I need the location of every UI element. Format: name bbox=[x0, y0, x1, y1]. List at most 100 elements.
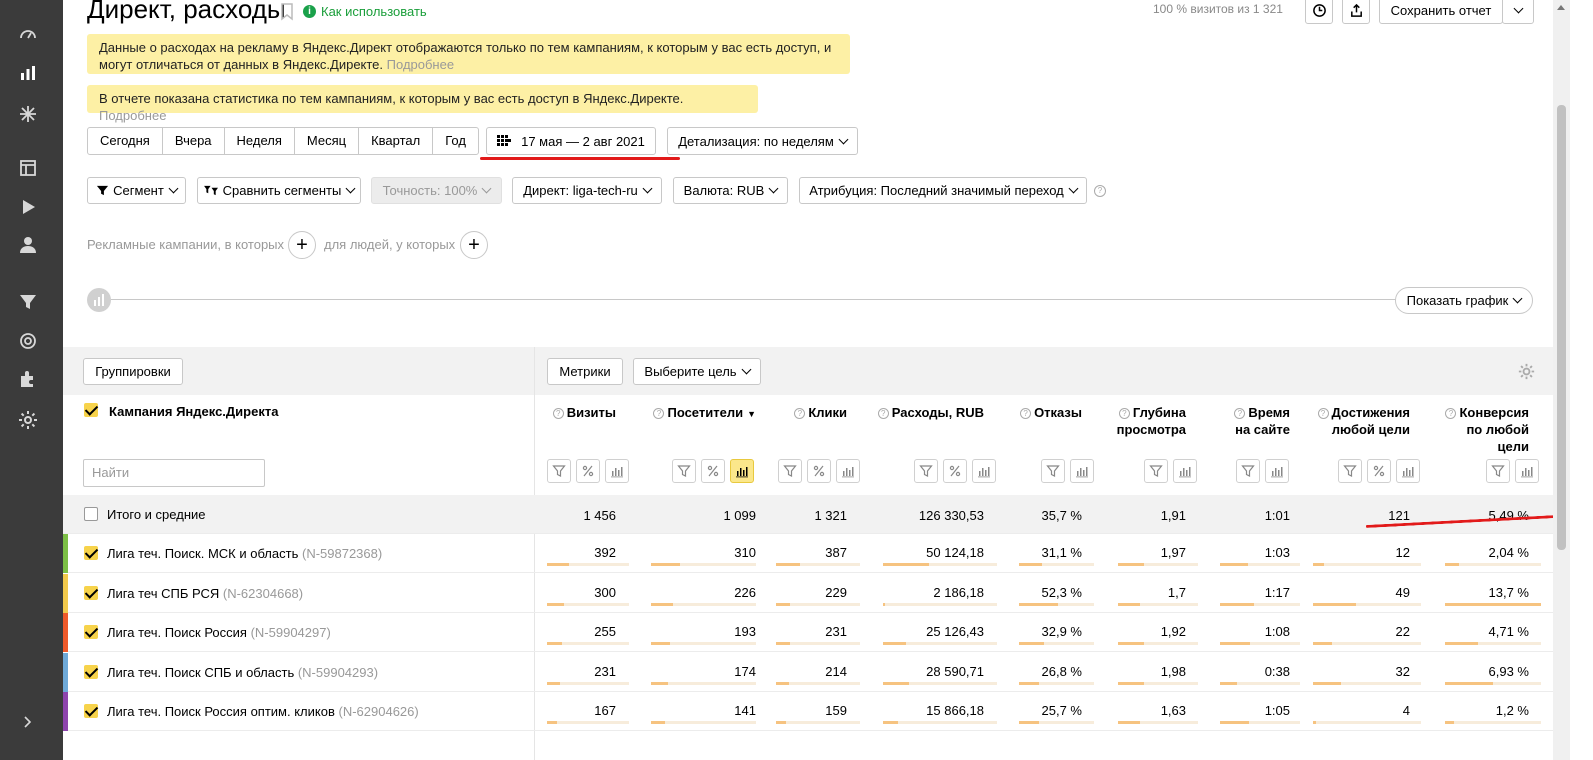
save-report-dropdown[interactable] bbox=[1502, 0, 1534, 24]
col-cost-header[interactable]: ? Расходы, RUB bbox=[877, 404, 984, 421]
goals-percent-button[interactable] bbox=[1367, 459, 1391, 483]
conv-chart-button[interactable] bbox=[1515, 459, 1539, 483]
col-bounce-header[interactable]: ? Отказы bbox=[1020, 404, 1082, 421]
row-checkbox[interactable] bbox=[84, 546, 98, 560]
user-icon[interactable] bbox=[18, 235, 38, 255]
show-chart-label: Показать график bbox=[1406, 293, 1509, 308]
col-goals-header[interactable]: ? Достижения любой цели bbox=[1317, 404, 1410, 438]
visitors-filter-button[interactable] bbox=[672, 459, 696, 483]
time-chart-button[interactable] bbox=[1265, 459, 1289, 483]
date-range-button[interactable]: 17 мая — 2 авг 2021 bbox=[486, 127, 656, 155]
export-button[interactable] bbox=[1342, 0, 1370, 24]
currency-dropdown[interactable]: Валюта: RUB bbox=[673, 177, 788, 204]
settings-gear-icon[interactable] bbox=[18, 410, 38, 430]
visitors-chart-button[interactable] bbox=[730, 459, 754, 483]
clicks-percent-button[interactable] bbox=[807, 459, 831, 483]
notice-more-link[interactable]: Подробнее bbox=[99, 108, 166, 123]
reports-icon[interactable] bbox=[18, 63, 38, 83]
table-row[interactable]: Лига теч. Поиск. МСК и область (N-598723… bbox=[63, 534, 1553, 573]
campaign-name[interactable]: Лига теч. Поиск СПБ и область (N-5990429… bbox=[107, 665, 378, 680]
notice-more-link[interactable]: Подробнее bbox=[387, 57, 454, 72]
campaign-name[interactable]: Лига теч. Поиск. МСК и область (N-598723… bbox=[107, 546, 382, 561]
period-today[interactable]: Сегодня bbox=[88, 128, 163, 154]
clicks-filter-button[interactable] bbox=[778, 459, 802, 483]
col-depth-header[interactable]: ? Глубина просмотра bbox=[1117, 404, 1186, 438]
dashboard-icon[interactable] bbox=[18, 24, 38, 44]
period-yesterday[interactable]: Вчера bbox=[163, 128, 225, 154]
bounce-filter-button[interactable] bbox=[1041, 459, 1065, 483]
period-week[interactable]: Неделя bbox=[225, 128, 295, 154]
period-quarter[interactable]: Квартал bbox=[359, 128, 434, 154]
groupings-button[interactable]: Группировки bbox=[83, 358, 183, 385]
cell-conv-bar bbox=[1445, 642, 1541, 645]
how-to-use-link[interactable]: i Как использовать bbox=[303, 4, 427, 19]
totals-row[interactable]: Итого и средние 1 456 1 099 1 321 126 330,53… bbox=[63, 495, 1553, 534]
row-checkbox[interactable] bbox=[84, 507, 98, 521]
visits-chart-button[interactable] bbox=[605, 459, 629, 483]
col-time-header[interactable]: ? Время на сайте bbox=[1234, 404, 1290, 438]
period-month[interactable]: Месяц bbox=[295, 128, 360, 154]
visits-filter-button[interactable] bbox=[547, 459, 571, 483]
cost-percent-button[interactable] bbox=[943, 459, 967, 483]
save-report-button[interactable]: Сохранить отчет bbox=[1379, 0, 1503, 24]
expand-chevron-icon[interactable] bbox=[18, 712, 38, 732]
goal-select-dropdown[interactable]: Выберите цель bbox=[633, 358, 761, 385]
compare-segments-button[interactable]: Сравнить сегменты bbox=[197, 177, 361, 204]
direct-account-dropdown[interactable]: Директ: liga-tech-ru bbox=[512, 177, 662, 204]
chart-icon bbox=[842, 467, 854, 478]
funnel-icon[interactable] bbox=[18, 292, 38, 312]
conv-filter-button[interactable] bbox=[1486, 459, 1510, 483]
puzzle-icon[interactable] bbox=[18, 369, 38, 389]
col-visitors-header[interactable]: ? Посетители ▼ bbox=[653, 404, 756, 423]
vertical-scrollbar[interactable] bbox=[1553, 0, 1570, 760]
chart-bars-icon[interactable] bbox=[87, 288, 111, 312]
cost-filter-button[interactable] bbox=[914, 459, 938, 483]
goals-filter-button[interactable] bbox=[1338, 459, 1362, 483]
col-clicks-header[interactable]: ? Клики bbox=[794, 404, 847, 421]
table-row[interactable]: Лига теч СПБ РСЯ (N-62304668) 300 226 229 2 … bbox=[63, 573, 1553, 613]
depth-chart-button[interactable] bbox=[1173, 459, 1197, 483]
cell-clicks-bar bbox=[776, 681, 860, 685]
col-visits-header[interactable]: ? Визиты bbox=[552, 404, 616, 421]
row-checkbox[interactable] bbox=[84, 625, 98, 639]
table-row[interactable]: Лига теч. Поиск Россия (N-59904297) 255 19… bbox=[63, 613, 1553, 652]
row-checkbox[interactable] bbox=[84, 704, 98, 718]
bookmark-icon[interactable] bbox=[280, 3, 294, 21]
show-chart-button[interactable]: Показать график bbox=[1395, 287, 1533, 314]
cell-visitors-bar bbox=[651, 563, 756, 566]
help-icon[interactable]: ? bbox=[1094, 185, 1106, 197]
table-settings-gear-icon[interactable] bbox=[1518, 363, 1535, 380]
table-row[interactable]: Лига теч. Поиск Россия оптим. кликов (N-… bbox=[63, 692, 1553, 731]
segment-button[interactable]: Сегмент bbox=[87, 177, 186, 204]
campaign-name[interactable]: Лига теч СПБ РСЯ (N-62304668) bbox=[107, 586, 303, 601]
history-button[interactable] bbox=[1305, 0, 1333, 24]
visitors-percent-button[interactable] bbox=[701, 459, 725, 483]
time-filter-button[interactable] bbox=[1236, 459, 1260, 483]
select-all-checkbox[interactable] bbox=[84, 403, 98, 417]
period-year[interactable]: Год bbox=[433, 128, 478, 154]
search-input[interactable]: Найти bbox=[83, 459, 265, 487]
target-icon[interactable] bbox=[18, 331, 38, 351]
row-checkbox[interactable] bbox=[84, 585, 98, 600]
campaign-name[interactable]: Лига теч. Поиск Россия оптим. кликов (N-… bbox=[107, 704, 419, 719]
attribution-dropdown[interactable]: Атрибуция: Последний значимый переход bbox=[799, 177, 1087, 204]
depth-filter-button[interactable] bbox=[1144, 459, 1168, 483]
table-row[interactable]: Лига теч. Поиск СПБ и область (N-5990429… bbox=[63, 652, 1553, 692]
cost-chart-button[interactable] bbox=[972, 459, 996, 483]
row-checkbox[interactable] bbox=[84, 664, 98, 679]
metrics-button[interactable]: Метрики bbox=[547, 358, 623, 385]
goals-chart-button[interactable] bbox=[1396, 459, 1420, 483]
scroll-up-arrow-icon[interactable] bbox=[1557, 5, 1565, 10]
webvisor-play-icon[interactable] bbox=[18, 197, 38, 217]
add-campaign-condition-button[interactable]: + bbox=[288, 231, 316, 259]
campaign-name[interactable]: Лига теч. Поиск Россия (N-59904297) bbox=[107, 625, 331, 640]
col-conversion-header[interactable]: ? Конверсия по любой цели bbox=[1445, 404, 1529, 455]
detail-dropdown[interactable]: Детализация: по неделям bbox=[667, 127, 858, 155]
layout-icon[interactable] bbox=[18, 158, 38, 178]
add-people-condition-button[interactable]: + bbox=[460, 231, 488, 259]
bounce-chart-button[interactable] bbox=[1070, 459, 1094, 483]
clicks-chart-button[interactable] bbox=[836, 459, 860, 483]
visits-percent-button[interactable] bbox=[576, 459, 600, 483]
scrollbar-thumb[interactable] bbox=[1557, 105, 1566, 550]
map-icon[interactable] bbox=[18, 104, 38, 124]
